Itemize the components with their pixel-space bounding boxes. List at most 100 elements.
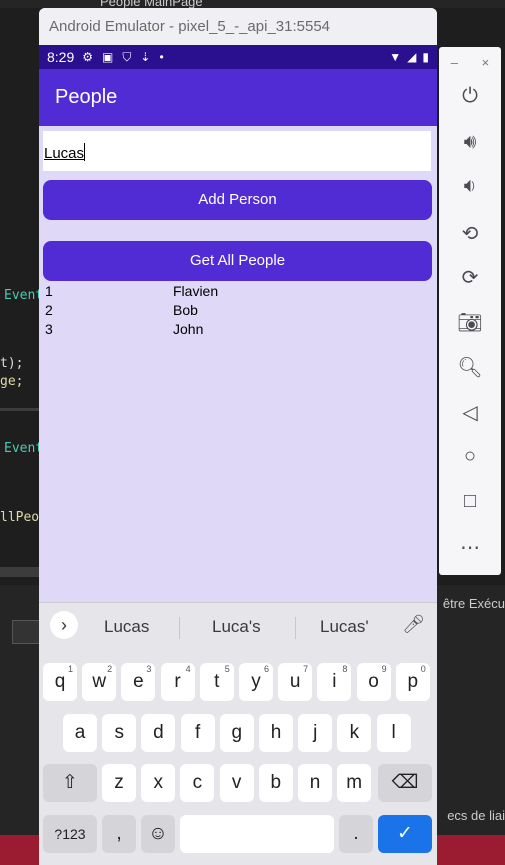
- android-status-bar: 8:29 ⚙ ▣ ⛉ ⇣ • ▼ ◢ ▮: [39, 45, 437, 69]
- volume-down-icon[interactable]: 🔉︎: [455, 175, 485, 198]
- key-label: w: [92, 671, 107, 692]
- key-label: d: [153, 722, 164, 743]
- key-g[interactable]: g: [219, 714, 254, 752]
- signal-icon: ◢: [407, 50, 417, 64]
- emoji-icon[interactable]: ☺: [141, 815, 175, 853]
- suggestion[interactable]: Lucas': [320, 617, 369, 637]
- key-u[interactable]: u7: [278, 663, 313, 701]
- key-v[interactable]: v: [219, 764, 254, 802]
- app-bar: People: [39, 69, 437, 126]
- emulator-controls-panel: – × ⏻ 🔊︎ 🔉︎ ⟲ ⟳ 📷︎ 🔍︎ ◁ ○ □ ⋯: [439, 47, 501, 575]
- key-e[interactable]: e3: [121, 663, 156, 701]
- soft-keyboard: › Lucas Luca's Lucas' 🎤︎ ?123 , ☺ . ✓ q1…: [39, 602, 437, 865]
- key-q[interactable]: q1: [43, 663, 77, 701]
- overview-icon[interactable]: □: [455, 490, 485, 513]
- key-r[interactable]: r4: [160, 663, 195, 701]
- key-k[interactable]: k: [337, 714, 372, 752]
- key-hint: 8: [342, 664, 348, 674]
- key-hint: 6: [263, 664, 269, 674]
- key-label: s: [114, 722, 124, 743]
- ide-scrollbar[interactable]: [0, 567, 40, 577]
- check-icon[interactable]: ✓: [378, 815, 432, 853]
- key-label: r: [174, 671, 181, 692]
- key-w[interactable]: w2: [82, 663, 117, 701]
- key-y[interactable]: y6: [239, 663, 273, 701]
- key-label: p: [407, 671, 419, 692]
- key-hint: 9: [381, 664, 387, 674]
- comma-key[interactable]: ,: [102, 815, 136, 853]
- chevron-right-icon[interactable]: ›: [50, 611, 78, 639]
- divider: [295, 617, 296, 639]
- page-content: Lucas Add Person Get All People 1 Flavie…: [39, 126, 437, 602]
- key-j[interactable]: j: [298, 714, 333, 752]
- battery-icon: ▮: [422, 50, 429, 64]
- divider: [179, 617, 180, 639]
- ide-input[interactable]: [12, 620, 40, 644]
- microphone-icon[interactable]: 🎤︎: [402, 614, 425, 635]
- minimize-icon[interactable]: –: [451, 55, 458, 70]
- key-label: z: [114, 772, 124, 793]
- key-f[interactable]: f: [180, 714, 215, 752]
- key-label: f: [194, 722, 201, 743]
- page-title: People: [55, 86, 118, 108]
- person-name: John: [173, 321, 204, 337]
- back-icon[interactable]: ◁: [455, 400, 485, 425]
- person-id: 3: [45, 321, 53, 337]
- suggestion[interactable]: Luca's: [212, 617, 261, 637]
- period-key[interactable]: .: [339, 815, 373, 853]
- home-icon[interactable]: ○: [455, 445, 485, 468]
- key-a[interactable]: a: [63, 714, 97, 752]
- key-o[interactable]: o9: [356, 663, 391, 701]
- get-all-people-button[interactable]: Get All People: [43, 241, 432, 281]
- add-person-button[interactable]: Add Person: [43, 180, 432, 220]
- key-hint: 5: [224, 664, 230, 674]
- entry-value[interactable]: Lucas: [44, 143, 86, 162]
- key-label: t: [214, 671, 220, 692]
- key-p[interactable]: p0: [395, 663, 430, 701]
- status-time: 8:29: [47, 49, 75, 65]
- key-n[interactable]: n: [298, 764, 332, 802]
- ide-code-line: t);: [0, 356, 24, 371]
- symbols-key[interactable]: ?123: [43, 815, 97, 853]
- key-m[interactable]: m: [337, 764, 372, 802]
- suggestion[interactable]: Lucas: [104, 617, 149, 637]
- shield-icon: ⛉: [122, 49, 132, 64]
- key-hint: 3: [146, 664, 152, 674]
- key-c[interactable]: c: [180, 764, 215, 802]
- power-icon[interactable]: ⏻: [455, 85, 485, 108]
- name-entry[interactable]: Lucas: [43, 131, 431, 171]
- ide-tab-bar: People MainPage: [0, 0, 505, 9]
- key-label: o: [368, 671, 379, 692]
- key-label: c: [192, 772, 203, 793]
- camera-icon[interactable]: 📷︎: [455, 310, 485, 335]
- key-hint: 1: [67, 664, 73, 674]
- dot-icon: •: [159, 50, 164, 64]
- key-label: k: [349, 722, 360, 743]
- person-id: 1: [45, 283, 53, 299]
- key-s[interactable]: s: [102, 714, 137, 752]
- rotate-left-icon[interactable]: ⟲: [455, 221, 485, 246]
- key-d[interactable]: d: [141, 714, 176, 752]
- key-hint: 4: [185, 664, 191, 674]
- ide-side-text: ecs de liai: [447, 808, 505, 823]
- person-id: 2: [45, 302, 53, 318]
- key-z[interactable]: z: [102, 764, 136, 802]
- ide-code-line: Event: [4, 441, 44, 456]
- key-label: q: [54, 671, 66, 692]
- person-name: Flavien: [173, 283, 219, 299]
- key-l[interactable]: l: [376, 714, 411, 752]
- key-h[interactable]: h: [259, 714, 293, 752]
- volume-up-icon[interactable]: 🔊︎: [455, 131, 485, 154]
- more-icon[interactable]: ⋯: [455, 535, 485, 560]
- shift-icon[interactable]: ⇧: [43, 764, 97, 802]
- rotate-right-icon[interactable]: ⟳: [455, 265, 485, 290]
- key-i[interactable]: i8: [317, 663, 352, 701]
- key-t[interactable]: t5: [199, 663, 234, 701]
- key-x[interactable]: x: [141, 764, 176, 802]
- ide-code-line: ge;: [0, 374, 24, 389]
- zoom-icon[interactable]: 🔍︎: [455, 355, 485, 380]
- backspace-icon[interactable]: ⌫: [378, 764, 432, 802]
- space-key[interactable]: [180, 815, 334, 853]
- close-icon[interactable]: ×: [482, 55, 490, 70]
- key-b[interactable]: b: [258, 764, 293, 802]
